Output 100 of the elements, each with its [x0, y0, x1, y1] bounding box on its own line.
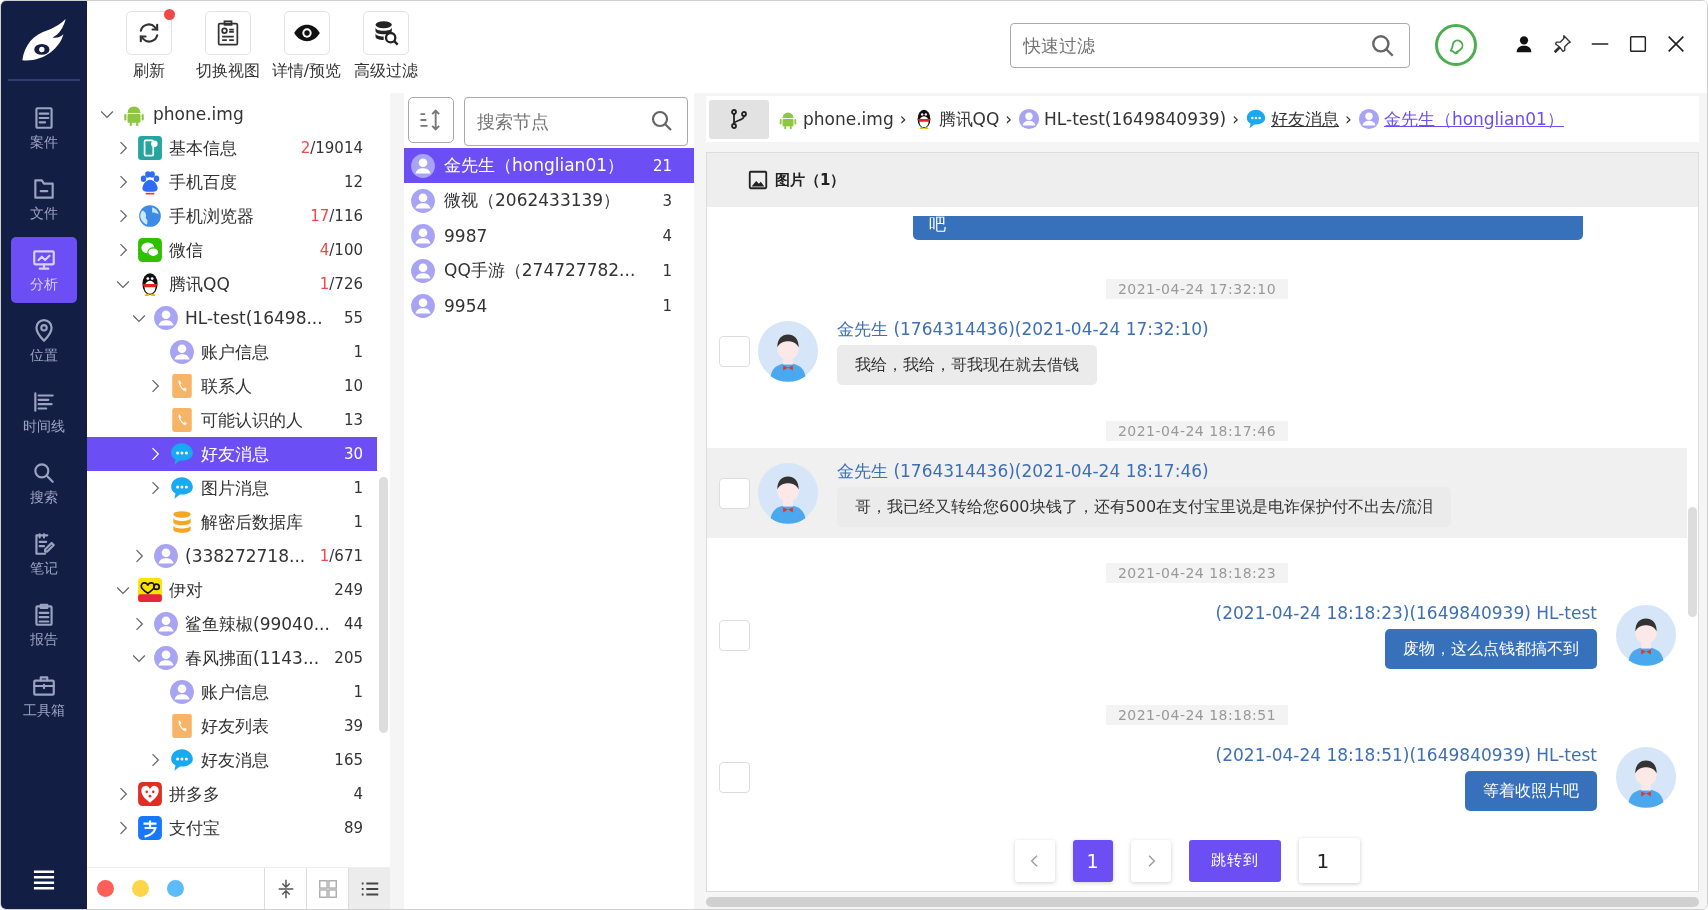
maximize-icon[interactable]: [1627, 33, 1649, 55]
color-tag-dot[interactable]: [167, 880, 184, 897]
grid-icon: [316, 877, 339, 900]
message-count: 1: [662, 261, 672, 280]
tree-label: 联系人: [201, 374, 253, 398]
contact-item[interactable]: 金先生（honglian01） 21: [404, 148, 694, 183]
breadcrumb-link[interactable]: HL-test(1649840939): [1044, 109, 1227, 129]
nav-item[interactable]: 分析: [11, 237, 77, 303]
item-count: 2/19014: [300, 139, 363, 157]
color-tag-dot[interactable]: [132, 880, 149, 897]
tree-item[interactable]: 伊对 249: [87, 573, 377, 607]
person-icon: [1357, 108, 1380, 130]
avatar-icon: [757, 320, 819, 382]
tree-item[interactable]: 支付宝 89: [87, 811, 377, 845]
checkbox[interactable]: [719, 477, 750, 509]
message-bubble: 吧: [913, 216, 1583, 240]
search-icon[interactable]: [1370, 33, 1396, 59]
contact-item[interactable]: 微视（2062433139） 3: [404, 183, 694, 218]
nav-item[interactable]: 搜索: [11, 450, 77, 516]
person-icon: [410, 187, 436, 214]
page-button[interactable]: 1: [1072, 839, 1113, 882]
color-tag-dot[interactable]: [97, 880, 114, 897]
tree-item[interactable]: 解密后数据库 1: [87, 505, 377, 539]
checkbox[interactable]: [719, 335, 750, 367]
view-button[interactable]: [348, 867, 390, 909]
tree-item[interactable]: 基本信息 2/19014: [87, 131, 377, 165]
breadcrumb-separator: ›: [1005, 109, 1013, 129]
nav-item[interactable]: 时间线: [11, 379, 77, 445]
toolbar-button[interactable]: 刷新: [109, 11, 188, 82]
tree-label: 腾讯QQ: [169, 272, 231, 296]
item-count: 13: [343, 411, 363, 429]
tree-item[interactable]: 图片消息 1: [87, 471, 377, 505]
tree-item[interactable]: 好友消息 30: [87, 437, 377, 471]
sender-line: (2021-04-24 18:18:23)(1649840939) HL-test: [1215, 601, 1597, 624]
tree-item[interactable]: 账户信息 1: [87, 335, 377, 369]
checkbox[interactable]: [719, 761, 750, 793]
sender-line: (2021-04-24 18:18:51)(1649840939) HL-test: [1215, 743, 1597, 766]
toolbar-button[interactable]: 高级过滤: [346, 11, 425, 82]
nav-item[interactable]: 工具箱: [11, 663, 77, 729]
tree-item[interactable]: 微信 4/100: [87, 233, 377, 267]
tree-item[interactable]: phone.img: [87, 97, 377, 131]
breadcrumb-separator: ›: [1232, 109, 1240, 129]
message-bubble: 等着收照片吧: [1465, 770, 1597, 811]
tree-item[interactable]: 好友列表 39: [87, 709, 377, 743]
checkbox[interactable]: [719, 619, 750, 651]
filter-field[interactable]: 快速过滤: [1010, 23, 1410, 68]
tree-item[interactable]: 拼多多 4: [87, 777, 377, 811]
toolbar-button[interactable]: 切换视图: [188, 11, 267, 82]
page-input[interactable]: 1: [1298, 838, 1360, 883]
message-count: 4: [662, 226, 672, 245]
item-count: 205: [334, 649, 363, 667]
tree-item[interactable]: 手机百度 12: [87, 165, 377, 199]
message-bubble: 哥，我已经又转给您600块钱了，还有500在支付宝里说是电诈保护付不出去/流泪: [837, 486, 1452, 527]
breadcrumb-link[interactable]: 金先生（honglian01）: [1383, 107, 1564, 131]
tree-label: 支付宝: [169, 816, 221, 840]
item-count: 1/726: [319, 275, 363, 293]
tree-item[interactable]: 联系人 10: [87, 369, 377, 403]
search-icon[interactable]: [650, 109, 674, 133]
breadcrumb-separator: ›: [1345, 109, 1352, 129]
tree-item[interactable]: 手机浏览器 17/116: [87, 199, 377, 233]
nav-item[interactable]: 案件: [11, 95, 77, 161]
scrollbar-thumb[interactable]: [1688, 507, 1697, 617]
phone-info-icon: [137, 135, 163, 161]
item-count: 1: [353, 513, 363, 531]
nav-item[interactable]: 笔记: [11, 521, 77, 587]
pin-icon[interactable]: [1551, 33, 1573, 55]
message-count: 21: [652, 156, 672, 175]
avatar-icon: [1615, 604, 1677, 666]
item-count: 4: [353, 785, 363, 803]
tree-item[interactable]: 鲨鱼辣椒(99040... 44: [87, 607, 377, 641]
contact-item[interactable]: 9987 4: [404, 218, 694, 253]
media-tab[interactable]: 图片（1）: [741, 168, 852, 192]
breadcrumb-link[interactable]: 好友消息: [1271, 107, 1340, 131]
tree-item[interactable]: 春风拂面(1143... 205: [87, 641, 377, 675]
tree-item[interactable]: 好友消息 165: [87, 743, 377, 777]
tree-item[interactable]: 账户信息 1: [87, 675, 377, 709]
scrollbar-thumb[interactable]: [379, 477, 388, 733]
item-count: 17/116: [310, 207, 363, 225]
breadcrumb-link[interactable]: 腾讯QQ: [938, 107, 1000, 131]
tree-item[interactable]: (338272718... 1/671: [87, 539, 377, 573]
jump-button[interactable]: 跳转到: [1188, 839, 1281, 882]
breadcrumb-link[interactable]: phone.img: [803, 109, 894, 129]
menu-icon[interactable]: [31, 869, 57, 891]
contact-item[interactable]: QQ手游（274727782... 1: [404, 253, 694, 288]
nav-item[interactable]: 文件: [11, 166, 77, 232]
sort-button[interactable]: [408, 97, 454, 143]
tree-item[interactable]: HL-test(16498... 55: [87, 301, 377, 335]
tree-item[interactable]: 腾讯QQ 1/726: [87, 267, 377, 301]
search-field[interactable]: 搜索节点: [464, 97, 688, 146]
toolbar-button[interactable]: 详情/预览: [267, 11, 346, 82]
tree-item[interactable]: 可能认识的人 13: [87, 403, 377, 437]
contact-item[interactable]: 9954 1: [404, 288, 694, 323]
nav-item[interactable]: 位置: [11, 308, 77, 374]
image-icon: [747, 169, 769, 191]
bell-button[interactable]: [1435, 24, 1477, 66]
message-count: 3: [662, 191, 672, 210]
branch-button[interactable]: [709, 99, 769, 139]
nav-item[interactable]: 报告: [11, 592, 77, 658]
close-icon[interactable]: [1665, 33, 1687, 55]
horizontal-scrollbar[interactable]: [706, 897, 1699, 907]
